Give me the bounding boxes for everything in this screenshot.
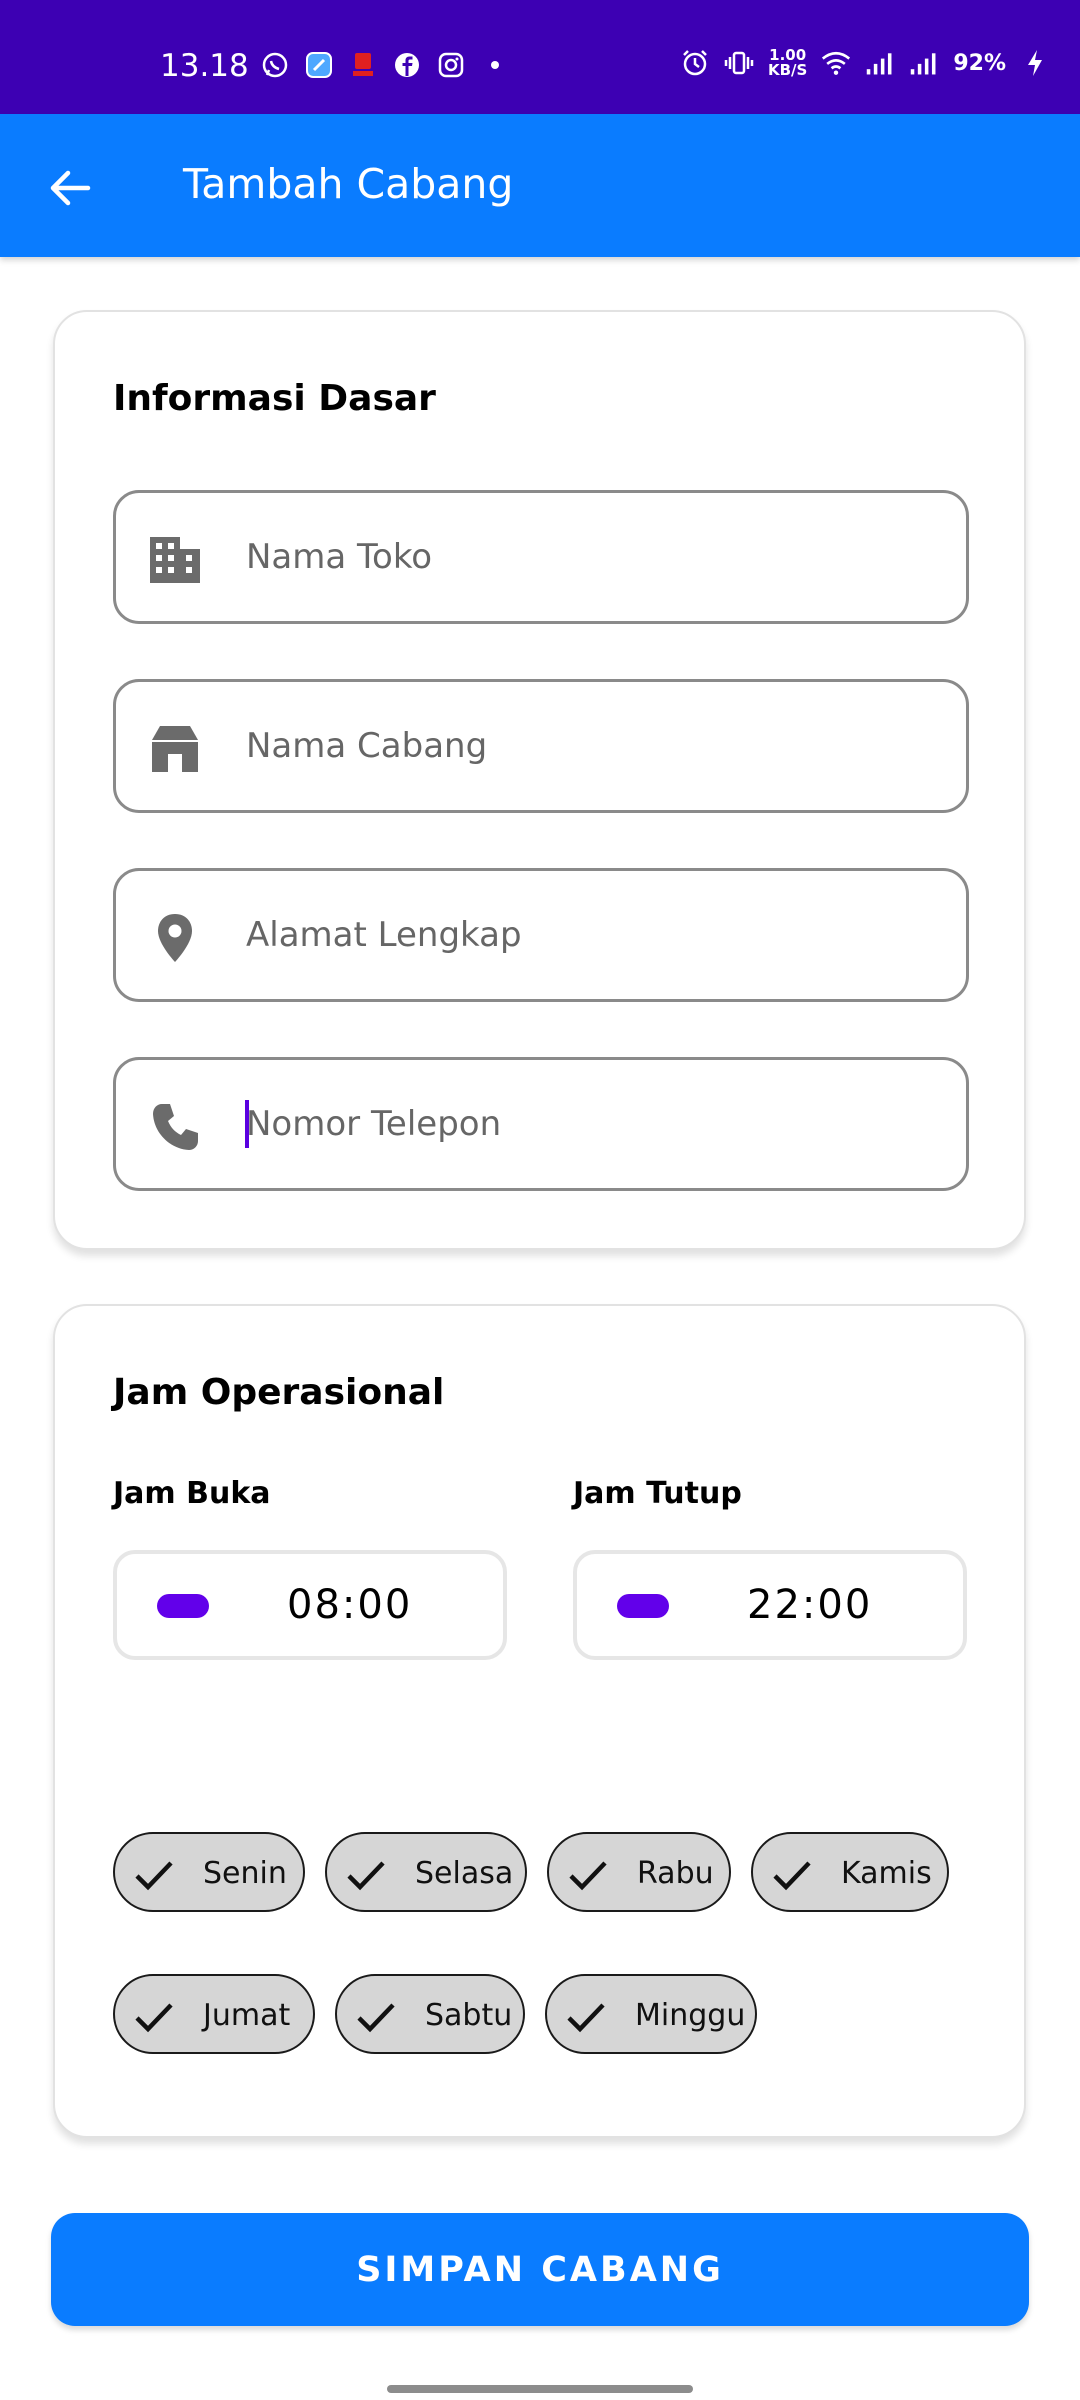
time-indicator-icon <box>617 1594 669 1618</box>
vibrate-icon <box>724 48 754 78</box>
branch-name-placeholder: Nama Cabang <box>246 726 488 766</box>
store-name-placeholder: Nama Toko <box>246 537 433 577</box>
arrow-back-icon <box>50 170 91 206</box>
battery-level: 92% <box>953 50 1007 76</box>
day-chip-jumat[interactable]: Jumat <box>113 1974 315 2054</box>
check-icon <box>135 2003 173 2033</box>
app-icon <box>304 50 334 80</box>
day-chip-kamis[interactable]: Kamis <box>751 1832 949 1912</box>
day-chip-selasa[interactable]: Selasa <box>325 1832 527 1912</box>
day-chip-label: Sabtu <box>425 1998 513 2033</box>
open-time-picker[interactable]: 08:00 <box>113 1550 507 1660</box>
dot-icon <box>480 50 510 80</box>
close-time-value: 22:00 <box>747 1582 873 1628</box>
status-notification-icons <box>260 50 510 80</box>
check-icon <box>567 2003 605 2033</box>
back-button[interactable] <box>40 158 100 218</box>
day-chip-label: Minggu <box>635 1998 746 2033</box>
day-chip-label: Jumat <box>203 1998 291 2033</box>
basic-info-title: Informasi Dasar <box>113 378 436 419</box>
store-name-field[interactable]: Nama Toko <box>113 490 969 624</box>
alarm-icon <box>680 48 710 78</box>
location-pin-icon <box>148 911 202 965</box>
day-chip-label: Senin <box>203 1856 287 1891</box>
day-chip-label: Kamis <box>841 1856 932 1891</box>
branch-name-field[interactable]: Nama Cabang <box>113 679 969 813</box>
operating-hours-title: Jam Operasional <box>113 1372 445 1413</box>
instagram-icon <box>436 50 466 80</box>
basic-info-card: Informasi Dasar Nama Toko Nama Cabang Al… <box>53 310 1026 1250</box>
phone-field[interactable]: Nomor Telepon <box>113 1057 969 1191</box>
status-time: 13.18 <box>160 48 249 84</box>
time-indicator-icon <box>157 1594 209 1618</box>
phone-placeholder: Nomor Telepon <box>246 1104 502 1144</box>
whatsapp-icon <box>260 50 290 80</box>
signal-icon <box>865 48 895 78</box>
day-chip-label: Selasa <box>415 1856 514 1891</box>
day-chip-rabu[interactable]: Rabu <box>547 1832 731 1912</box>
operating-hours-card: Jam Operasional Jam Buka Jam Tutup 08:00… <box>53 1304 1026 2138</box>
gesture-nav-handle[interactable] <box>387 2385 693 2393</box>
close-time-label: Jam Tutup <box>573 1476 742 1511</box>
phone-icon <box>148 1100 202 1154</box>
day-chip-senin[interactable]: Senin <box>113 1832 305 1912</box>
check-icon <box>569 1861 607 1891</box>
save-branch-label: SIMPAN CABANG <box>356 2249 724 2290</box>
open-time-value: 08:00 <box>287 1582 413 1628</box>
wifi-icon <box>821 48 851 78</box>
status-system-icons: 1.00 KB/S 92% <box>680 48 1050 78</box>
store-icon <box>148 722 202 776</box>
address-field[interactable]: Alamat Lengkap <box>113 868 969 1002</box>
charging-icon <box>1020 48 1050 78</box>
day-chip-label: Rabu <box>637 1856 714 1891</box>
address-placeholder: Alamat Lengkap <box>246 915 522 955</box>
check-icon <box>347 1861 385 1891</box>
day-chip-sabtu[interactable]: Sabtu <box>335 1974 525 2054</box>
pay-icon <box>348 50 378 80</box>
day-chip-minggu[interactable]: Minggu <box>545 1974 757 2054</box>
close-time-picker[interactable]: 22:00 <box>573 1550 967 1660</box>
network-speed: 1.00 KB/S <box>768 46 808 79</box>
save-branch-button[interactable]: SIMPAN CABANG <box>51 2213 1029 2326</box>
status-bar: 13.18 1.00 KB/S 92% <box>0 0 1080 114</box>
check-icon <box>135 1861 173 1891</box>
app-bar: Tambah Cabang <box>0 114 1080 257</box>
check-icon <box>773 1861 811 1891</box>
signal-icon <box>909 48 939 78</box>
building-icon <box>148 533 202 587</box>
page-title: Tambah Cabang <box>183 160 514 208</box>
check-icon <box>357 2003 395 2033</box>
open-time-label: Jam Buka <box>113 1476 271 1511</box>
facebook-icon <box>392 50 422 80</box>
